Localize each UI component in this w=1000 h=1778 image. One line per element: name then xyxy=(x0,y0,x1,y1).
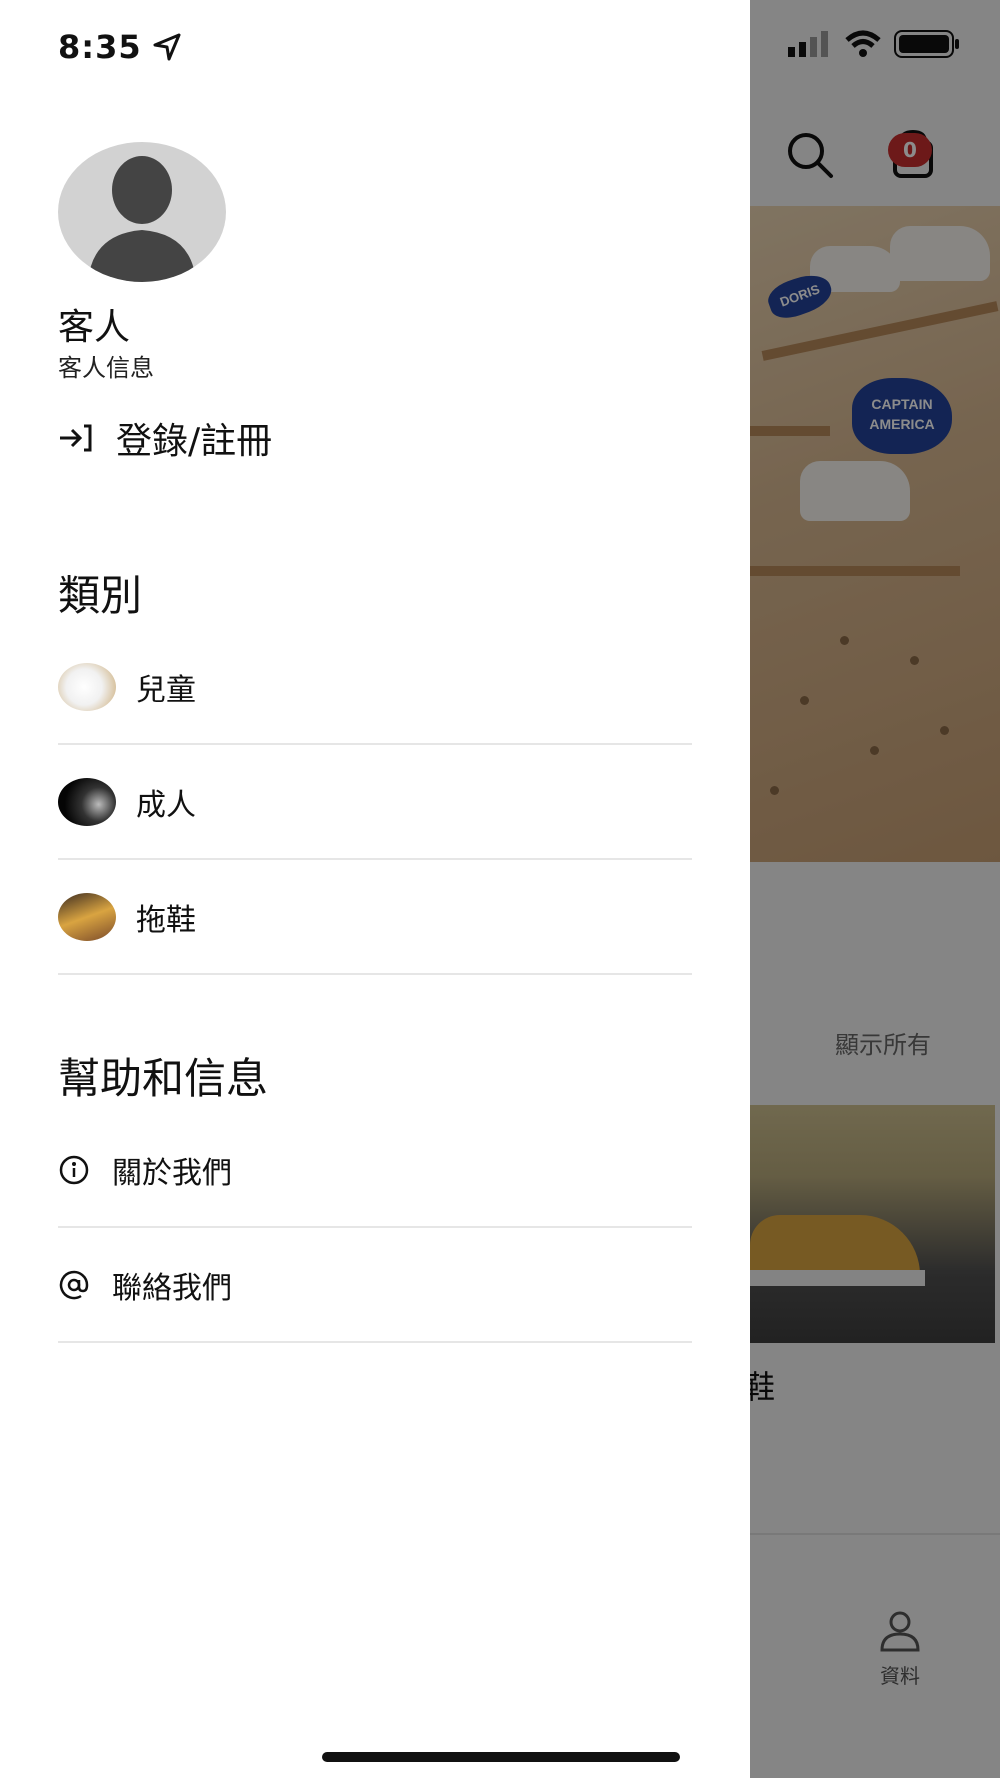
categories-heading: 類別 xyxy=(58,571,143,620)
status-time: 8:35 xyxy=(58,28,182,66)
category-label: 拖鞋 xyxy=(136,902,196,938)
side-drawer: 8:35 客人 客人信息 登錄/註冊 類別 兒童 成人 拖鞋 幫助和信息 關於我… xyxy=(0,0,750,1778)
person-silhouette-icon xyxy=(88,156,196,282)
status-time-text: 8:35 xyxy=(58,28,142,66)
category-item-adults[interactable]: 成人 xyxy=(58,745,692,860)
sign-in-icon xyxy=(60,424,92,452)
category-label: 兒童 xyxy=(136,672,196,708)
category-item-slippers[interactable]: 拖鞋 xyxy=(58,860,692,975)
home-indicator[interactable] xyxy=(322,1752,680,1762)
info-icon xyxy=(58,1154,90,1186)
contact-us-label: 聯絡我們 xyxy=(112,1270,232,1306)
category-label: 成人 xyxy=(136,787,196,823)
location-arrow-icon xyxy=(153,33,181,61)
at-icon xyxy=(58,1269,90,1301)
user-info-link[interactable]: 客人信息 xyxy=(58,348,154,383)
user-name: 客人 xyxy=(58,307,131,348)
contact-us-link[interactable]: 聯絡我們 xyxy=(58,1228,692,1343)
category-item-kids[interactable]: 兒童 xyxy=(58,630,692,745)
about-us-link[interactable]: 關於我們 xyxy=(58,1113,692,1228)
about-us-label: 關於我們 xyxy=(112,1155,232,1191)
category-thumbnail xyxy=(58,777,116,826)
login-register-button[interactable]: 登錄/註冊 xyxy=(58,412,272,464)
category-thumbnail xyxy=(58,662,116,711)
category-thumbnail xyxy=(58,892,116,941)
help-info-heading: 幫助和信息 xyxy=(58,1054,269,1103)
login-register-label: 登錄/註冊 xyxy=(116,421,273,462)
avatar[interactable] xyxy=(58,142,226,282)
